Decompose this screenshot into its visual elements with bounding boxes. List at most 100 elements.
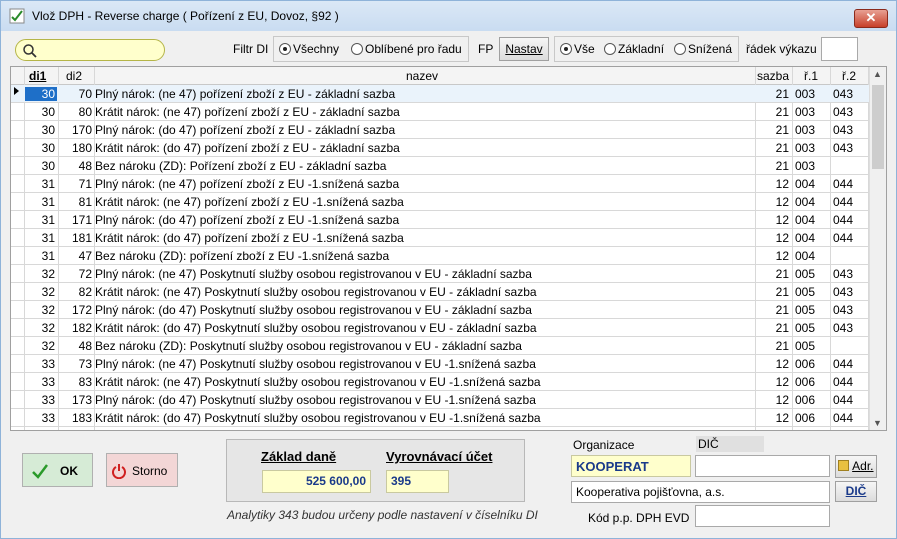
scroll-thumb[interactable] [872, 85, 884, 169]
col-r2[interactable]: ř.2 [842, 69, 856, 83]
cell-r2: 043 [833, 267, 854, 281]
cell-sazba: 21 [775, 123, 789, 137]
cell-nazev: Plný nárok: (do 47) Poskytnutí služby os… [95, 393, 536, 407]
col-r1[interactable]: ř.1 [804, 69, 818, 83]
table-row[interactable]: 30 180 Krátit nárok: (do 47) pořízení zbož… [11, 139, 869, 157]
setup-button[interactable]: Nastav [499, 37, 549, 61]
cell-di2: 81 [78, 195, 92, 209]
cell-di2: 48 [78, 159, 92, 173]
cell-di2: 181 [71, 231, 92, 245]
cell-sazba: 12 [775, 231, 789, 245]
cell-r2: 044 [833, 411, 854, 425]
search-input[interactable] [15, 39, 165, 61]
table-row[interactable]: 33 73 Plný nárok: (ne 47) Poskytnutí služb… [11, 355, 869, 373]
cell-nazev: Plný nárok: (do 47) pořízení zboží z EU … [95, 123, 396, 137]
table-row[interactable]: 30 80 Krátit nárok: (ne 47) pořízení zboží… [11, 103, 869, 121]
rate-base-radio[interactable]: Základní [604, 42, 664, 56]
col-sazba[interactable]: sazba [757, 69, 789, 83]
table-row[interactable]: 32 72 Plný nárok: (ne 47) Poskytnutí služb… [11, 265, 869, 283]
cell-di1: 30 [41, 141, 55, 155]
table-row[interactable]: 32 48 Bez nároku (ZD): Poskytnutí služby o… [11, 337, 869, 355]
cell-di1: 31 [41, 231, 55, 245]
col-di2[interactable]: di2 [66, 69, 82, 83]
filter-all-radio[interactable]: Všechny [279, 42, 339, 56]
scroll-up-icon[interactable]: ▲ [873, 69, 882, 79]
table-row[interactable]: 31 71 Plný nárok: (ne 47) pořízení zboží z… [11, 175, 869, 193]
cell-r1: 004 [795, 195, 816, 209]
cell-r1: 006 [795, 357, 816, 371]
cell-r2: 043 [833, 285, 854, 299]
cell-di1: 30 [25, 87, 57, 101]
cell-nazev: Plný nárok: (ne 47) Poskytnutí služby os… [95, 267, 532, 281]
table-row[interactable]: 33 183 Krátit nárok: (do 47) Poskytnutí sl… [11, 409, 869, 427]
cell-r1: 005 [795, 285, 816, 299]
table-row[interactable]: 31 81 Krátit nárok: (ne 47) pořízení zboží… [11, 193, 869, 211]
table-row[interactable]: 32 182 Krátit nárok: (do 47) Poskytnutí sl… [11, 319, 869, 337]
cell-r1: 006 [795, 411, 816, 425]
cell-di1: 31 [41, 195, 55, 209]
table-row[interactable]: 30 70 Plný nárok: (ne 47) pořízení zboží z… [11, 85, 869, 103]
cell-di2: 82 [78, 285, 92, 299]
app-icon [9, 8, 25, 24]
account-label: Vyrovnávací účet [386, 449, 493, 464]
cell-r2: 043 [833, 141, 854, 155]
base-value[interactable]: 525 600,00 [262, 470, 371, 493]
cell-nazev: Krátit nárok: (ne 47) pořízení zboží z E… [95, 195, 404, 209]
cell-r1: 006 [795, 393, 816, 407]
cell-di2: 172 [71, 303, 92, 317]
table-row[interactable]: 30 170 Plný nárok: (do 47) pořízení zboží … [11, 121, 869, 139]
table-row[interactable]: 31 47 Bez nároku (ZD): pořízení zboží z EU… [11, 247, 869, 265]
cell-sazba: 21 [775, 285, 789, 299]
table-row[interactable]: 31 181 Krátit nárok: (do 47) pořízení zbož… [11, 229, 869, 247]
table-row[interactable]: 30 48 Bez nároku (ZD): Pořízení zboží z EU… [11, 157, 869, 175]
title-bar[interactable]: Vlož DPH - Reverse charge ( Pořízení z E… [1, 1, 896, 31]
cell-nazev: Plný nárok: (do 47) Poskytnutí služby os… [95, 303, 532, 317]
cell-di1: 33 [41, 357, 55, 371]
line-input[interactable] [821, 37, 858, 61]
cell-r1: 004 [795, 177, 816, 191]
evd-field[interactable] [695, 505, 830, 527]
cell-sazba: 12 [775, 249, 789, 263]
cell-r2: 044 [833, 231, 854, 245]
filter-fav-radio[interactable]: Oblíbené pro řadu [351, 42, 462, 56]
cell-nazev: Krátit nárok: (ne 47) pořízení zboží z E… [95, 105, 400, 119]
cell-di2: 170 [71, 123, 92, 137]
address-button[interactable]: Adr. [835, 455, 877, 478]
table-row[interactable]: 32 172 Plný nárok: (do 47) Poskytnutí služ… [11, 301, 869, 319]
card-icon [838, 460, 850, 471]
col-nazev[interactable]: nazev [406, 69, 438, 83]
dialog-window: Vlož DPH - Reverse charge ( Pořízení z E… [0, 0, 897, 539]
cell-nazev: Bez nároku (ZD): pořízení zboží z EU -1.… [95, 249, 390, 263]
rate-all-radio[interactable]: Vše [560, 42, 595, 56]
close-button[interactable]: ✕ [854, 9, 888, 28]
org-code-field[interactable]: KOOPERAT [571, 455, 691, 477]
row-indicator-icon [14, 87, 19, 95]
dic-button[interactable]: DIČ [835, 481, 877, 502]
cell-sazba: 21 [775, 159, 789, 173]
cancel-button[interactable]: Storno [106, 453, 178, 487]
cell-di1: 31 [41, 213, 55, 227]
cell-sazba: 12 [775, 177, 789, 191]
org-name-field[interactable]: Kooperativa pojišťovna, a.s. [571, 481, 830, 503]
table-row[interactable]: 33 173 Plný nárok: (do 47) Poskytnutí služ… [11, 391, 869, 409]
org-dic-field[interactable] [695, 455, 830, 477]
cell-nazev: Krátit nárok: (ne 47) Poskytnutí služby … [95, 375, 541, 389]
cell-sazba: 21 [775, 321, 789, 335]
table-row[interactable]: 31 171 Plný nárok: (do 47) pořízení zboží … [11, 211, 869, 229]
grid-rows: 30 70 Plný nárok: (ne 47) pořízení zboží z… [11, 85, 869, 427]
table-row[interactable]: 33 83 Krátit nárok: (ne 47) Poskytnutí slu… [11, 373, 869, 391]
cell-r2: 043 [833, 303, 854, 317]
dph-grid[interactable]: di1 di2 nazev sazba ř.1 ř.2 30 70 Plný nár… [10, 66, 887, 431]
cell-di1: 30 [41, 105, 55, 119]
ok-button[interactable]: OK [22, 453, 93, 487]
rate-reduced-radio[interactable]: Snížená [674, 42, 732, 56]
cell-r1: 005 [795, 303, 816, 317]
cell-r2: 043 [833, 105, 854, 119]
col-di1[interactable]: di1 [29, 69, 46, 83]
cell-r1: 005 [795, 267, 816, 281]
account-value[interactable]: 395 [386, 470, 449, 493]
table-row[interactable]: 32 82 Krátit nárok: (ne 47) Poskytnutí slu… [11, 283, 869, 301]
vertical-scrollbar[interactable]: ▲ ▼ [869, 67, 886, 430]
scroll-down-icon[interactable]: ▼ [873, 418, 882, 428]
fp-label: FP [478, 42, 494, 56]
